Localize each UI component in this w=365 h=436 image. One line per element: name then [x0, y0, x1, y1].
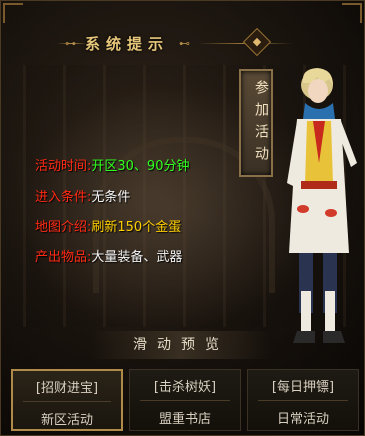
dialog-title: 系统提示: [85, 35, 170, 53]
info-key: 活动时间:: [35, 159, 92, 174]
corner-ornament: [3, 3, 23, 23]
tab-bookstore[interactable]: [击杀树妖] 盟重书店: [129, 369, 241, 431]
info-key: 地图介绍:: [35, 220, 92, 235]
info-row-map: 地图介绍:刷新150个金蛋: [35, 220, 181, 236]
tab-title: [击杀树妖]: [153, 380, 217, 395]
info-key: 进入条件:: [35, 190, 92, 205]
tab-divider: [258, 400, 348, 401]
event-dialog: ⊶ 系统提示 ⊷ ◆ 参加活动 活动时间:开区30、90分钟 进入条件:无条件 …: [0, 0, 365, 436]
title-ornament-icon: ⊷: [179, 37, 190, 50]
tab-subtitle: 新区活动: [40, 413, 93, 428]
info-row-drops: 产出物品:大量装备、武器: [35, 250, 182, 266]
join-event-label: 参加活动: [253, 80, 269, 168]
tab-divider: [23, 401, 111, 402]
join-event-button[interactable]: 参加活动: [239, 69, 273, 177]
tab-subtitle: 盟重书店: [158, 412, 211, 427]
info-row-condition: 进入条件:无条件: [35, 190, 130, 206]
character-portrait: [287, 68, 357, 343]
tab-title: [每日押镖]: [271, 380, 335, 395]
info-value: 开区30、90分钟: [91, 159, 190, 174]
info-key: 产出物品:: [35, 250, 92, 265]
tab-new-server-event[interactable]: [招财进宝] 新区活动: [11, 369, 123, 431]
tab-daily-event[interactable]: [每日押镖] 日常活动: [247, 369, 359, 431]
info-value: 大量装备、武器: [91, 250, 183, 265]
info-value: 刷新150个金蛋: [91, 220, 182, 235]
slide-preview-button[interactable]: 滑动预览: [91, 331, 271, 359]
info-row-time: 活动时间:开区30、90分钟: [35, 159, 189, 175]
close-icon: ◆: [252, 35, 262, 48]
corner-ornament: [342, 3, 362, 23]
title-ornament-icon: ⊶: [65, 37, 76, 50]
tab-title: [招财进宝]: [35, 381, 99, 396]
event-tabs: [招财进宝] 新区活动 [击杀树妖] 盟重书店 [每日押镖] 日常活动: [9, 369, 361, 431]
info-value: 无条件: [91, 190, 131, 205]
slide-preview-label: 滑动预览: [133, 337, 229, 353]
tab-subtitle: 日常活动: [276, 412, 329, 427]
tab-divider: [140, 400, 230, 401]
